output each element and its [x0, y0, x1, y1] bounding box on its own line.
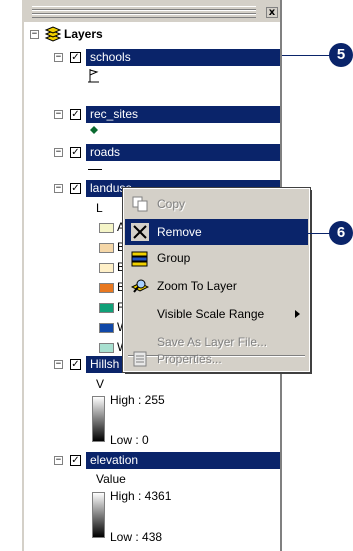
- rec-site-point-symbol: [90, 126, 98, 134]
- layer-visibility-checkbox[interactable]: ✓: [70, 455, 81, 466]
- collapse-toggle[interactable]: −: [54, 360, 63, 369]
- menu-item-group[interactable]: Group: [125, 245, 308, 271]
- layer-name[interactable]: roads: [90, 145, 120, 159]
- menu-item-visible-scale-range[interactable]: Visible Scale Range: [125, 301, 308, 327]
- legend-swatch: [99, 263, 114, 273]
- legend-swatch: [99, 223, 114, 233]
- menu-item-remove[interactable]: Remove: [125, 219, 308, 245]
- legend-heading: L: [96, 201, 103, 215]
- menu-item-label: Properties...: [157, 352, 222, 366]
- layer-name[interactable]: schools: [90, 50, 131, 64]
- road-line-symbol: [88, 169, 102, 170]
- layer-name[interactable]: elevation: [90, 453, 138, 467]
- menu-item-label: Visible Scale Range: [157, 307, 265, 321]
- hillshade-color-ramp: [92, 396, 105, 442]
- menu-item-copy[interactable]: Copy: [125, 191, 308, 217]
- school-flag-symbol: [88, 69, 99, 83]
- copy-icon: [132, 196, 148, 212]
- menu-item-zoom-to-layer[interactable]: Zoom To Layer: [125, 273, 308, 299]
- legend-swatch: [99, 343, 114, 353]
- zoom-to-layer-icon: [131, 279, 149, 293]
- submenu-arrow-icon: [295, 310, 300, 318]
- layer-visibility-checkbox[interactable]: ✓: [70, 359, 81, 370]
- collapse-toggle[interactable]: −: [54, 110, 63, 119]
- layers-icon: [44, 26, 62, 42]
- close-button[interactable]: x: [266, 7, 278, 18]
- callout-leader-line: [300, 233, 330, 234]
- menu-item-label: Zoom To Layer: [157, 279, 237, 293]
- group-icon: [131, 251, 148, 267]
- menu-item-label: Remove: [157, 225, 202, 239]
- layer-visibility-checkbox[interactable]: ✓: [70, 147, 81, 158]
- layer-visibility-checkbox[interactable]: ✓: [70, 109, 81, 120]
- collapse-toggle[interactable]: −: [54, 456, 63, 465]
- remove-x-icon: [131, 223, 149, 241]
- collapse-toggle[interactable]: −: [54, 184, 63, 193]
- ramp-low-label: Low : 0: [110, 433, 149, 447]
- collapse-toggle[interactable]: −: [30, 30, 39, 39]
- layer-visibility-checkbox[interactable]: ✓: [70, 52, 81, 63]
- collapse-toggle[interactable]: −: [54, 53, 63, 62]
- legend-swatch: [99, 303, 114, 313]
- layer-name[interactable]: Hillsh: [90, 357, 119, 371]
- menu-item-label: Group: [157, 251, 191, 265]
- ramp-low-label: Low : 438: [110, 530, 163, 544]
- collapse-toggle[interactable]: −: [54, 148, 63, 157]
- value-label: V: [96, 377, 105, 391]
- legend-swatch: [99, 323, 114, 333]
- value-label: Value: [96, 472, 126, 486]
- elevation-color-ramp: [92, 492, 105, 538]
- root-label: Layers: [64, 27, 103, 41]
- ramp-high-label: High : 255: [110, 393, 165, 407]
- ramp-high-label: High : 4361: [110, 489, 172, 503]
- menu-item-label: Copy: [157, 197, 186, 211]
- panel-titlebar[interactable]: x: [24, 0, 280, 22]
- callout-badge: 5: [329, 43, 353, 67]
- layer-context-menu: Copy Remove Group Zoom To Layer Visible …: [122, 187, 311, 373]
- titlebar-grip: [32, 14, 256, 18]
- legend-swatch: [99, 283, 114, 293]
- properties-icon: [133, 351, 147, 367]
- callout-badge: 6: [329, 221, 353, 245]
- menu-item-properties[interactable]: Properties...: [125, 346, 308, 372]
- callout-leader-line: [282, 55, 330, 56]
- legend-swatch: [99, 243, 114, 253]
- layer-visibility-checkbox[interactable]: ✓: [70, 183, 81, 194]
- layer-name[interactable]: rec_sites: [90, 107, 138, 121]
